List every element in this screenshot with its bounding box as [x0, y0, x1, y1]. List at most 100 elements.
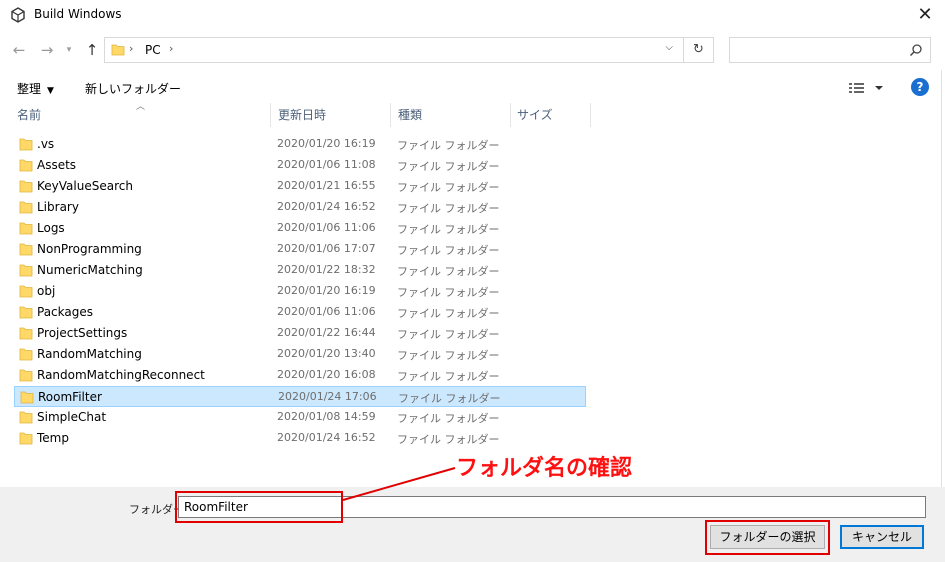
search-input[interactable]	[729, 37, 931, 63]
file-date: 2020/01/20 16:19	[277, 284, 376, 297]
organize-menu[interactable]: 整理 ▼	[17, 80, 54, 97]
folder-icon	[19, 348, 33, 361]
file-name: obj	[37, 284, 56, 298]
file-type: ファイル フォルダー	[397, 160, 500, 173]
column-date[interactable]: 更新日時	[278, 103, 326, 127]
folder-icon	[19, 243, 33, 256]
file-date: 2020/01/06 11:06	[277, 221, 376, 234]
file-row[interactable]: SimpleChat 2020/01/08 14:59 ファイル フォルダー	[14, 407, 586, 428]
arrow-left-icon[interactable]: ←	[10, 39, 28, 61]
file-date: 2020/01/20 16:08	[277, 368, 376, 381]
annotation-label: フォルダ名の確認	[456, 456, 633, 481]
command-bar: 整理 ▼ 新しいフォルダー	[0, 74, 945, 102]
breadcrumb-separator-icon[interactable]: ›	[169, 42, 173, 55]
new-folder-button[interactable]: 新しいフォルダー	[85, 80, 181, 97]
file-name: RandomMatching	[37, 347, 142, 361]
file-name: NonProgramming	[37, 242, 142, 256]
arrow-right-icon[interactable]: →	[38, 39, 56, 61]
window-title: Build Windows	[34, 7, 122, 21]
column-divider[interactable]	[510, 103, 511, 127]
recent-locations-chevron-icon[interactable]: ▾	[63, 39, 75, 61]
folder-icon	[19, 159, 33, 172]
file-type: ファイル フォルダー	[397, 433, 500, 446]
search-icon	[909, 44, 922, 57]
close-icon[interactable]: ✕	[905, 2, 945, 28]
file-type: ファイル フォルダー	[397, 412, 500, 425]
breadcrumb-separator-icon: ›	[129, 42, 134, 55]
folder-icon	[19, 411, 33, 424]
column-divider[interactable]	[270, 103, 271, 127]
column-divider[interactable]	[390, 103, 391, 127]
file-date: 2020/01/22 16:44	[277, 326, 376, 339]
file-row[interactable]: NonProgramming 2020/01/06 17:07 ファイル フォルダー	[14, 239, 586, 260]
help-icon[interactable]: ?	[911, 78, 929, 96]
arrow-up-icon[interactable]: ↑	[83, 39, 101, 61]
file-row[interactable]: KeyValueSearch 2020/01/21 16:55 ファイル フォルダー	[14, 176, 586, 197]
folder-icon	[19, 432, 33, 445]
file-date: 2020/01/20 13:40	[277, 347, 376, 360]
chevron-down-icon[interactable]: ⌵	[665, 42, 673, 53]
file-row[interactable]: RoomFilter 2020/01/24 17:06 ファイル フォルダー	[14, 386, 586, 407]
file-name: Packages	[37, 305, 93, 319]
file-type: ファイル フォルダー	[397, 181, 500, 194]
folder-icon	[19, 264, 33, 277]
folder-icon	[19, 180, 33, 193]
folder-icon	[111, 44, 125, 56]
file-date: 2020/01/06 17:07	[277, 242, 376, 255]
file-name: SimpleChat	[37, 410, 107, 424]
file-row[interactable]: Temp 2020/01/24 16:52 ファイル フォルダー	[14, 428, 586, 449]
file-date: 2020/01/08 14:59	[277, 410, 376, 423]
file-type: ファイル フォルダー	[397, 307, 500, 320]
file-row[interactable]: NumericMatching 2020/01/22 18:32 ファイル フォルダ…	[14, 260, 586, 281]
file-row[interactable]: Assets 2020/01/06 11:08 ファイル フォルダー	[14, 155, 586, 176]
title-bar: Build Windows ✕	[0, 0, 945, 30]
folder-icon	[19, 285, 33, 298]
file-name: ProjectSettings	[37, 326, 128, 340]
column-name[interactable]: 名前	[17, 103, 41, 127]
column-header: ︿ 名前 更新日時 種類 サイズ	[0, 102, 945, 127]
file-date: 2020/01/06 11:08	[277, 158, 376, 171]
folder-icon	[20, 391, 34, 404]
file-date: 2020/01/21 16:55	[277, 179, 376, 192]
organize-label: 整理	[17, 82, 42, 96]
file-row[interactable]: Packages 2020/01/06 11:06 ファイル フォルダー	[14, 302, 586, 323]
unity-icon	[11, 7, 25, 23]
file-row[interactable]: ProjectSettings 2020/01/22 16:44 ファイル フォルダ…	[14, 323, 586, 344]
file-date: 2020/01/06 11:06	[277, 305, 376, 318]
file-row[interactable]: RandomMatching 2020/01/20 13:40 ファイル フォルダー	[14, 344, 586, 365]
view-options-icon[interactable]	[848, 80, 888, 96]
file-name: Temp	[37, 431, 69, 445]
folder-icon	[19, 222, 33, 235]
folder-icon	[19, 306, 33, 319]
file-type: ファイル フォルダー	[397, 244, 500, 257]
column-type[interactable]: 種類	[398, 103, 422, 127]
file-row[interactable]: .vs 2020/01/20 16:19 ファイル フォルダー	[14, 134, 586, 155]
folder-icon	[19, 369, 33, 382]
file-type: ファイル フォルダー	[397, 139, 500, 152]
file-type: ファイル フォルダー	[397, 349, 500, 362]
annotation-highlight-box	[705, 520, 830, 555]
file-row[interactable]: Logs 2020/01/06 11:06 ファイル フォルダー	[14, 218, 586, 239]
scrollbar[interactable]	[941, 70, 945, 490]
breadcrumb-pc[interactable]: PC	[145, 43, 161, 57]
file-name: .vs	[37, 137, 55, 151]
file-name: Library	[37, 200, 79, 214]
column-size[interactable]: サイズ	[517, 103, 553, 127]
cancel-button[interactable]: キャンセル	[840, 525, 924, 549]
address-bar[interactable]: › PC › ⌵	[104, 37, 684, 63]
file-name: RandomMatchingReconnect	[37, 368, 205, 382]
refresh-icon[interactable]: ↻	[684, 37, 714, 63]
file-date: 2020/01/22 18:32	[277, 263, 376, 276]
file-type: ファイル フォルダー	[397, 223, 500, 236]
folder-icon	[19, 201, 33, 214]
annotation-highlight-box	[175, 491, 343, 523]
file-name: KeyValueSearch	[37, 179, 133, 193]
file-row[interactable]: RandomMatchingReconnect 2020/01/20 16:08 フ…	[14, 365, 586, 386]
column-divider[interactable]	[590, 103, 591, 127]
file-type: ファイル フォルダー	[397, 328, 500, 341]
file-row[interactable]: Library 2020/01/24 16:52 ファイル フォルダー	[14, 197, 586, 218]
file-row[interactable]: obj 2020/01/20 16:19 ファイル フォルダー	[14, 281, 586, 302]
file-type: ファイル フォルダー	[397, 370, 500, 383]
caret-down-icon: ▼	[47, 86, 54, 96]
file-name: Logs	[37, 221, 65, 235]
